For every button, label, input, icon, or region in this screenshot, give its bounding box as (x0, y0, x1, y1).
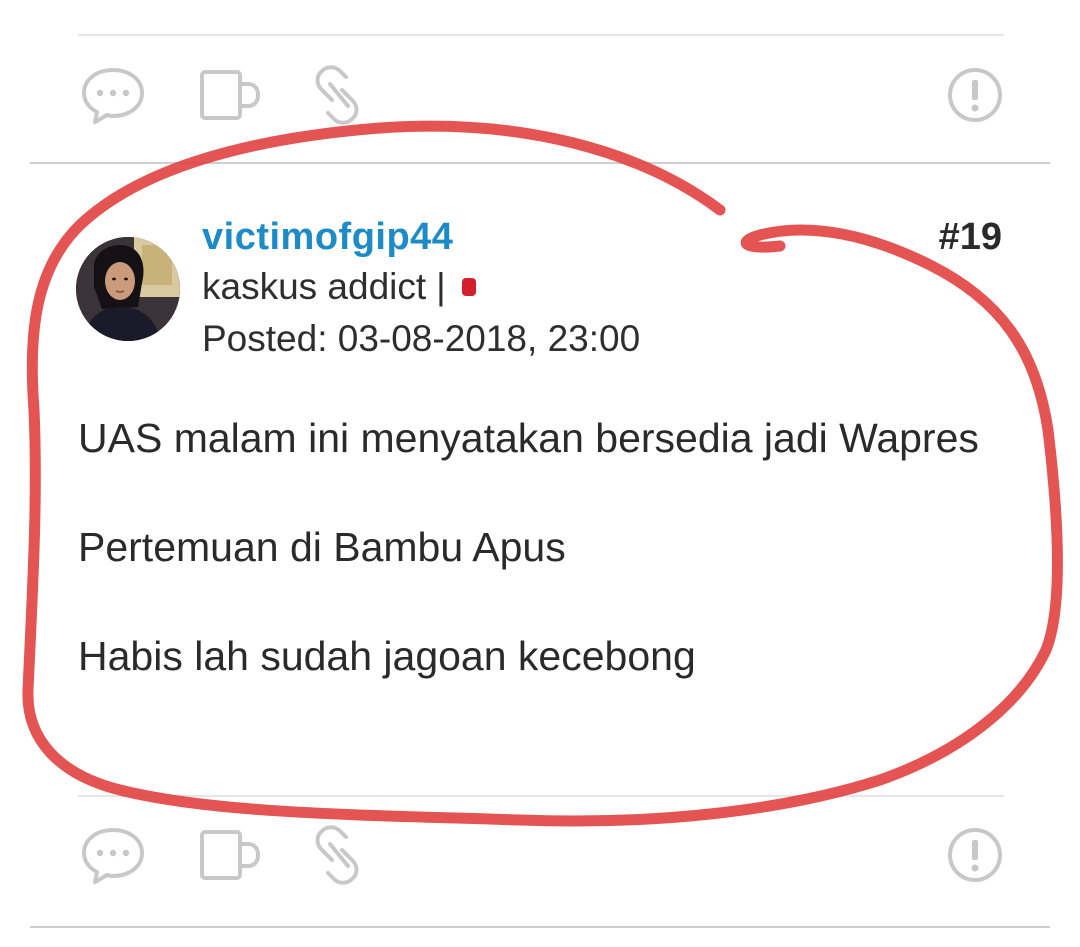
user-rank: kaskus addict (202, 266, 427, 307)
avatar[interactable] (76, 237, 180, 341)
report-icon[interactable] (940, 820, 1010, 890)
post-username[interactable]: victimofgip44 (202, 216, 453, 259)
link-icon[interactable] (302, 60, 372, 130)
rank-separator: | (436, 266, 446, 307)
quote-icon[interactable] (78, 820, 148, 890)
mug-icon[interactable] (196, 60, 266, 130)
quote-icon[interactable] (78, 60, 148, 130)
forum-post: victimofgip44 kaskus addict | Posted: 03… (0, 164, 1080, 794)
divider (30, 926, 1050, 928)
post-action-bar-previous (78, 60, 1004, 130)
post-paragraph: UAS malam ini menyatakan bersedia jadi W… (78, 415, 979, 461)
post-paragraph: Pertemuan di Bambu Apus (78, 524, 566, 570)
post-timestamp: Posted: 03-08-2018, 23:00 (202, 318, 641, 359)
divider (78, 795, 1004, 797)
post-body: UAS malam ini menyatakan bersedia jadi W… (78, 412, 1008, 739)
link-icon[interactable] (302, 820, 372, 890)
report-icon[interactable] (940, 60, 1010, 130)
user-rank-line: kaskus addict | (202, 266, 476, 308)
post-number[interactable]: #19 (939, 216, 1002, 259)
post-action-bar (78, 820, 1004, 890)
divider (78, 34, 1004, 36)
online-status-badge (461, 278, 476, 296)
post-paragraph: Habis lah sudah jagoan kecebong (78, 633, 696, 679)
mug-icon[interactable] (196, 820, 266, 890)
